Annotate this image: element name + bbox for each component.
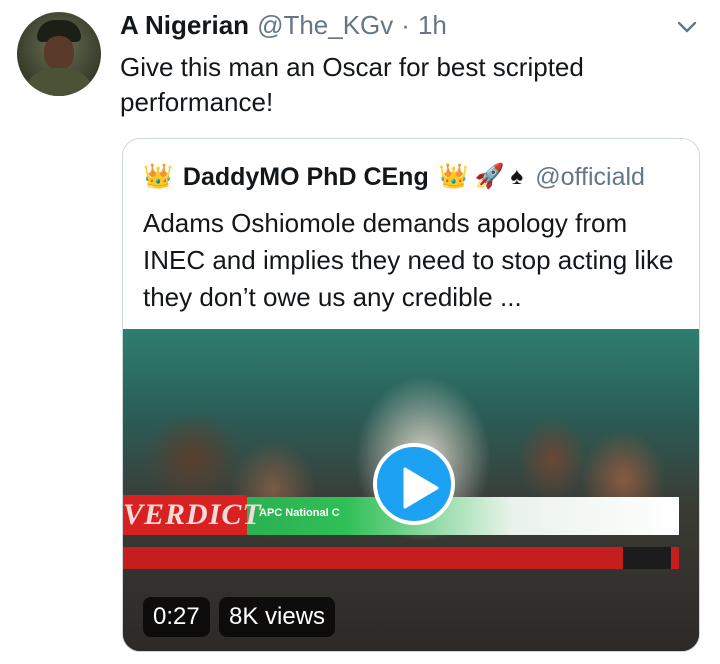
- video-views: 8K views: [219, 597, 336, 637]
- timestamp[interactable]: 1h: [418, 10, 447, 41]
- crown-emoji: 👑: [143, 163, 173, 190]
- separator-dot: ·: [401, 10, 410, 40]
- caret-down-icon[interactable]: [676, 16, 698, 38]
- quoted-author-handle[interactable]: @officiald: [535, 163, 645, 192]
- play-button[interactable]: [373, 443, 455, 525]
- author-handle[interactable]: @The_KGv: [257, 10, 393, 41]
- avatar-face: [44, 36, 74, 70]
- video-duration: 0:27: [143, 597, 210, 637]
- ticker-clock: [623, 547, 671, 569]
- video-player[interactable]: VERDICT APC National C 0:27 8K views: [123, 329, 699, 651]
- rocket-emoji: 🚀: [474, 163, 505, 190]
- author-name[interactable]: A Nigerian: [120, 10, 249, 41]
- play-icon: [403, 467, 439, 509]
- crown-emoji-2: 👑: [438, 163, 469, 190]
- quoted-tweet-text: Adams Oshiomole demands apology from INE…: [143, 208, 674, 312]
- avatar[interactable]: [17, 12, 101, 96]
- quoted-author-name[interactable]: DaddyMO PhD CEng: [183, 163, 429, 192]
- channel-banner-text: APC National C: [259, 507, 340, 519]
- tweet-header: A Nigerian @The_KGv · 1h: [120, 10, 700, 46]
- quoted-tweet-header: 👑 DaddyMO PhD CEng 👑 🚀 ♠ @officiald: [143, 157, 699, 197]
- verdict-banner-text: VERDICT: [123, 495, 261, 535]
- tweet-text: Give this man an Oscar for best scripted…: [120, 52, 584, 117]
- avatar-body: [23, 68, 95, 96]
- quoted-tweet-card[interactable]: 👑 DaddyMO PhD CEng 👑 🚀 ♠ @officiald Adam…: [122, 138, 700, 652]
- news-ticker: [123, 547, 679, 569]
- spade-emoji: ♠: [510, 163, 524, 190]
